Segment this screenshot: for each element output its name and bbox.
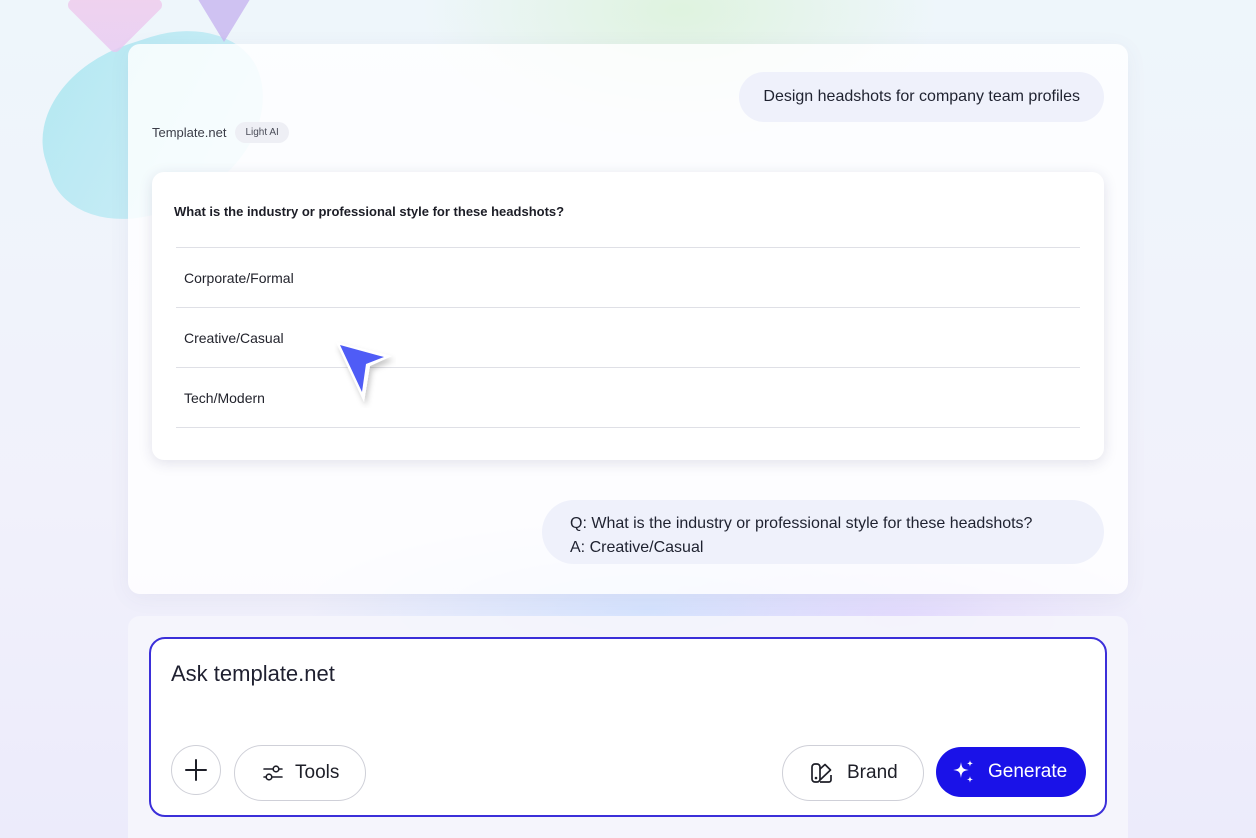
user-message-text: Design headshots for company team profil… xyxy=(763,88,1080,105)
model-badge: Light AI xyxy=(235,122,289,143)
sliders-icon xyxy=(263,765,283,781)
option-corporate-formal[interactable]: Corporate/Formal xyxy=(176,248,1080,308)
question-title: What is the industry or professional sty… xyxy=(174,204,565,219)
plus-icon xyxy=(185,759,207,781)
mouse-cursor-icon xyxy=(336,342,392,402)
decorative-shape xyxy=(196,0,252,42)
generate-label: Generate xyxy=(988,761,1068,782)
prompt-composer: Tools Brand Generate xyxy=(149,637,1107,817)
answer-choice-line: A: Creative/Casual xyxy=(570,539,704,556)
brand-label: Brand xyxy=(847,762,898,783)
composer-area: Tools Brand Generate xyxy=(128,616,1128,838)
brand-button[interactable]: Brand xyxy=(782,745,924,801)
answer-bubble: Q: What is the industry or professional … xyxy=(542,500,1104,564)
tools-button[interactable]: Tools xyxy=(234,745,366,801)
add-attachment-button[interactable] xyxy=(171,745,221,795)
assistant-name: Template.net xyxy=(152,125,227,140)
chat-panel: Design headshots for company team profil… xyxy=(128,44,1128,594)
option-label: Tech/Modern xyxy=(184,389,265,406)
prompt-input[interactable] xyxy=(171,661,1071,687)
question-card: What is the industry or professional sty… xyxy=(152,172,1104,460)
option-creative-casual[interactable]: Creative/Casual xyxy=(176,308,1080,368)
option-list: Corporate/Formal Creative/Casual Tech/Mo… xyxy=(176,247,1080,428)
palette-icon xyxy=(811,763,832,783)
answer-question-line: Q: What is the industry or professional … xyxy=(570,515,1033,532)
tools-label: Tools xyxy=(295,762,340,783)
user-message-bubble: Design headshots for company team profil… xyxy=(739,72,1104,122)
option-tech-modern[interactable]: Tech/Modern xyxy=(176,368,1080,428)
option-label: Corporate/Formal xyxy=(184,269,294,286)
generate-button[interactable]: Generate xyxy=(936,747,1086,797)
option-label: Creative/Casual xyxy=(184,329,284,346)
assistant-source: Template.net Light AI xyxy=(152,122,289,143)
sparkles-icon xyxy=(953,760,974,783)
